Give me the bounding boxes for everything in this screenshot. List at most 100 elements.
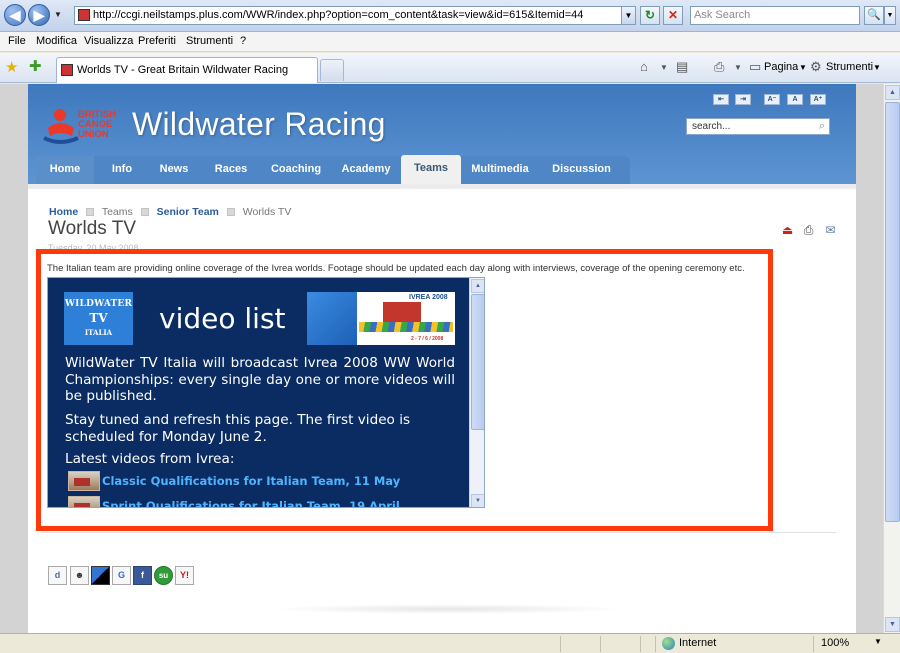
tools-menu-button[interactable]: Strumenti: [826, 61, 873, 73]
site-search-input[interactable]: search... ⌕: [686, 118, 830, 135]
facebook-icon[interactable]: f: [133, 566, 152, 585]
header-base: [28, 184, 856, 189]
scroll-down-arrow-icon[interactable]: ▼: [885, 617, 900, 632]
scroll-thumb[interactable]: [885, 102, 900, 522]
nav-coaching[interactable]: Coaching: [261, 156, 331, 184]
tab-title: Worlds TV - Great Britain Wildwater Raci…: [77, 64, 289, 76]
nav-discussion[interactable]: Discussion: [539, 156, 624, 184]
menu-help[interactable]: ?: [240, 35, 246, 47]
page-viewport: BRITISH CANOE UNION Wildwater Racing ⇤ ⇥…: [0, 84, 883, 633]
article-intro: The Italian team are providing online co…: [47, 263, 745, 274]
video-link[interactable]: Sprint Qualifications for Italian Team, …: [102, 499, 400, 507]
site-container: BRITISH CANOE UNION Wildwater Racing ⇤ ⇥…: [28, 84, 856, 633]
tab-favicon-icon: [61, 64, 73, 76]
url-dropdown-icon[interactable]: ▼: [621, 7, 635, 24]
pdf-icon[interactable]: ⏏: [780, 223, 795, 238]
banner-year: IVREA 2008: [409, 294, 448, 301]
footer-shadow: [268, 604, 628, 614]
font-increase-button[interactable]: A⁺: [810, 94, 826, 105]
print-dropdown-icon[interactable]: ▼: [734, 63, 742, 72]
site-title[interactable]: Wildwater Racing: [132, 106, 386, 143]
width-narrow-button[interactable]: ⇤: [713, 94, 729, 105]
video-list-iframe[interactable]: WILDWATER TV ITALIA video list IVREA 200…: [47, 277, 485, 508]
yahoo-icon[interactable]: Y!: [175, 566, 194, 585]
page-icon: ▭: [749, 59, 762, 74]
address-toolbar: ◀ ▶ ▼ http://ccgi.neilstamps.plus.com/WW…: [0, 0, 900, 32]
new-tab-button[interactable]: [320, 59, 344, 81]
stumbleupon-icon[interactable]: su: [154, 566, 173, 585]
status-divider: [813, 636, 814, 652]
back-button[interactable]: ◀: [4, 4, 26, 26]
zoom-dropdown-icon[interactable]: ▼: [874, 637, 882, 646]
scroll-up-arrow-icon[interactable]: ▲: [885, 85, 900, 100]
print-article-icon[interactable]: ⎙: [801, 223, 816, 238]
url-input[interactable]: http://ccgi.neilstamps.plus.com/WWR/inde…: [74, 6, 636, 25]
nav-multimedia[interactable]: Multimedia: [463, 156, 537, 184]
status-bar: Internet 100% ▼: [0, 633, 900, 653]
menu-visualizza[interactable]: Visualizza: [84, 35, 133, 47]
google-icon[interactable]: G: [112, 566, 131, 585]
scroll-down-arrow-icon[interactable]: ▼: [471, 494, 484, 507]
forward-button[interactable]: ▶: [28, 4, 50, 26]
home-icon[interactable]: ⌂: [640, 59, 648, 74]
page-dropdown-icon[interactable]: ▼: [799, 63, 807, 72]
site-favicon-icon: [78, 9, 90, 21]
breadcrumb-current: Worlds TV: [242, 206, 292, 218]
scroll-up-arrow-icon[interactable]: ▲: [471, 279, 484, 293]
scroll-thumb[interactable]: [471, 294, 484, 430]
nav-races[interactable]: Races: [203, 156, 259, 184]
page-menu-button[interactable]: Pagina: [764, 61, 798, 73]
favorites-star-icon[interactable]: ★: [5, 58, 18, 76]
nav-news[interactable]: News: [147, 156, 201, 184]
security-zone[interactable]: Internet: [679, 637, 716, 649]
menu-bar: File Modifica Visualizza Preferiti Strum…: [0, 32, 900, 52]
menu-preferiti[interactable]: Preferiti: [138, 35, 176, 47]
print-icon[interactable]: ⎙: [714, 59, 724, 75]
site-header: BRITISH CANOE UNION Wildwater Racing ⇤ ⇥…: [28, 84, 856, 184]
site-search-text: search...: [692, 121, 731, 132]
digg-icon[interactable]: d: [48, 566, 67, 585]
canoe-logo-icon: [43, 109, 79, 144]
video-thumbnail[interactable]: [68, 471, 100, 491]
url-text: http://ccgi.neilstamps.plus.com/WWR/inde…: [93, 9, 584, 21]
video-list-content: WILDWATER TV ITALIA video list IVREA 200…: [48, 278, 469, 507]
font-reset-button[interactable]: A: [787, 94, 803, 105]
breadcrumb-senior-team[interactable]: Senior Team: [157, 206, 219, 218]
video-link[interactable]: Classic Qualifications for Italian Team,…: [102, 474, 400, 488]
magnifier-icon[interactable]: ⌕: [819, 119, 825, 134]
divider: [42, 532, 836, 533]
nav-academy[interactable]: Academy: [333, 156, 399, 184]
breadcrumb-home[interactable]: Home: [49, 206, 78, 218]
zoom-level[interactable]: 100%: [821, 637, 849, 649]
menu-modifica[interactable]: Modifica: [36, 35, 77, 47]
video-thumbnail[interactable]: [68, 496, 100, 507]
tab-worlds-tv[interactable]: Worlds TV - Great Britain Wildwater Raci…: [56, 57, 318, 83]
banner-dates: 2 - 7 / 6 / 2008: [411, 336, 444, 342]
tools-dropdown-icon[interactable]: ▼: [873, 63, 881, 72]
recent-pages-dropdown-icon[interactable]: ▼: [54, 10, 62, 19]
stop-button[interactable]: ✕: [663, 6, 683, 25]
email-icon[interactable]: ✉: [823, 223, 838, 238]
search-options-dropdown-icon[interactable]: ▼: [884, 6, 896, 25]
nav-teams[interactable]: Teams: [401, 155, 461, 184]
search-icon[interactable]: 🔍: [864, 6, 884, 25]
search-input[interactable]: Ask Search: [690, 6, 860, 25]
nav-info[interactable]: Info: [99, 156, 145, 184]
tab-bar: ★ ✚ Worlds TV - Great Britain Wildwater …: [0, 53, 900, 83]
nav-home[interactable]: Home: [36, 156, 94, 184]
add-favorite-icon[interactable]: ✚: [29, 57, 42, 75]
wildwater-tv-logo: WILDWATER TV ITALIA: [64, 292, 133, 345]
refresh-button[interactable]: ↻: [640, 6, 660, 25]
delicious-icon[interactable]: [91, 566, 110, 585]
iframe-scrollbar[interactable]: ▲ ▼: [469, 278, 484, 507]
menu-file[interactable]: File: [8, 35, 26, 47]
font-decrease-button[interactable]: A⁻: [764, 94, 780, 105]
logo-text: BRITISH CANOE UNION: [78, 110, 118, 140]
reddit-icon[interactable]: ☻: [70, 566, 89, 585]
feeds-icon[interactable]: ▤: [676, 59, 688, 75]
breadcrumb-separator-icon: [86, 208, 95, 216]
window-scrollbar[interactable]: ▲ ▼: [883, 84, 900, 633]
home-dropdown-icon[interactable]: ▼: [660, 63, 668, 72]
width-wide-button[interactable]: ⇥: [735, 94, 751, 105]
menu-strumenti[interactable]: Strumenti: [186, 35, 233, 47]
